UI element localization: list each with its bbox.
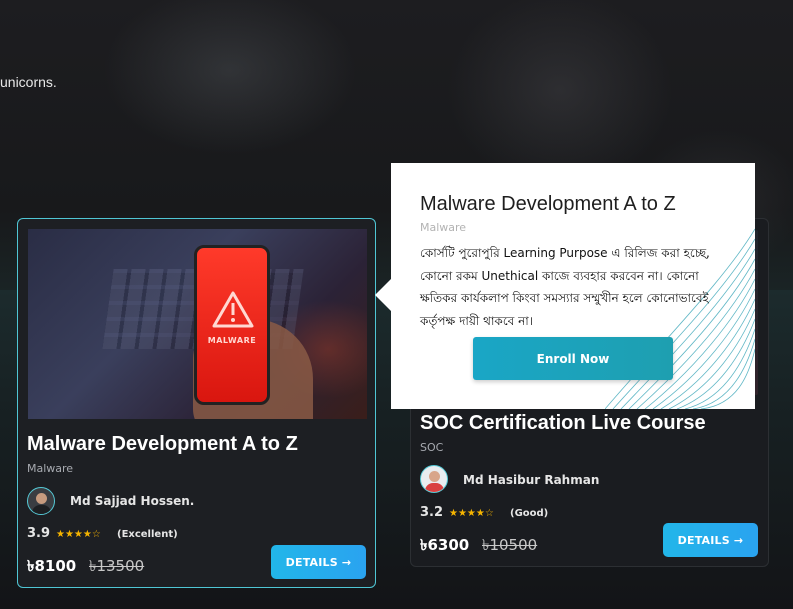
- course-popover: Malware Development A to Z Malware কোর্স…: [391, 163, 755, 409]
- popover-arrow: [375, 279, 391, 311]
- course-category: Malware: [27, 462, 74, 475]
- instructor-name: Md Sajjad Hossen.: [70, 494, 195, 508]
- details-button[interactable]: DETAILS →: [271, 545, 366, 579]
- price: ৳6300: [420, 536, 470, 554]
- hero-text: unicorns.: [0, 74, 57, 90]
- rating-text: (Excellent): [117, 529, 178, 540]
- enroll-now-button[interactable]: Enroll Now: [473, 337, 673, 380]
- popover-description: কোর্সটি পুরোপুরি Learning Purpose এ রিলি…: [420, 246, 710, 328]
- phone-label: MALWARE: [207, 336, 257, 345]
- course-card-malware[interactable]: MALWARE Malware Development A to Z Malwa…: [17, 218, 376, 588]
- old-price: ৳10500: [482, 536, 538, 554]
- instructor-name: Md Hasibur Rahman: [463, 473, 600, 487]
- rating-stars: ★★★★☆: [449, 508, 494, 519]
- details-button[interactable]: DETAILS →: [663, 523, 758, 557]
- rating-value: 3.9: [27, 526, 51, 541]
- phone-graphic: MALWARE: [194, 245, 270, 405]
- old-price: ৳13500: [89, 557, 145, 575]
- popover-title: Malware Development A to Z: [420, 193, 676, 215]
- rating-value: 3.2: [420, 505, 444, 520]
- avatar: [27, 487, 55, 515]
- avatar: [420, 465, 448, 493]
- course-category: SOC: [420, 441, 444, 454]
- course-title[interactable]: Malware Development A to Z: [27, 433, 298, 456]
- rating-stars: ★★★★☆: [56, 529, 101, 540]
- rating-text: (Good): [510, 508, 549, 519]
- course-thumbnail[interactable]: MALWARE: [28, 229, 367, 419]
- price: ৳8100: [27, 557, 77, 575]
- course-title[interactable]: SOC Certification Live Course: [420, 412, 706, 435]
- warning-icon: [212, 291, 254, 328]
- popover-category: Malware: [420, 221, 467, 234]
